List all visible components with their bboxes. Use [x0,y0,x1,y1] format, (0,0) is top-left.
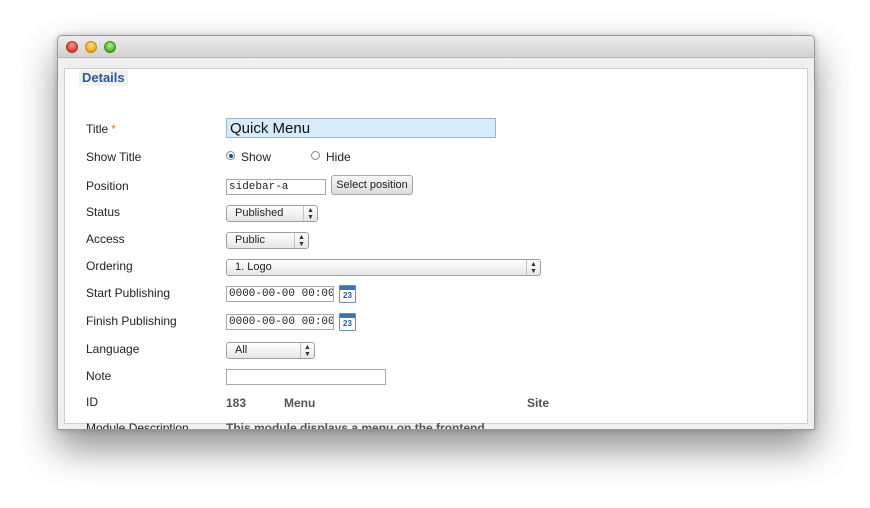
status-select[interactable]: Published ▲ ▼ [226,205,318,222]
maximize-icon[interactable] [104,41,116,53]
note-label: Note [86,369,112,383]
title-input[interactable]: Quick Menu [226,118,496,138]
app-window: Details Title * Quick Menu Show Title Sho… [57,35,815,430]
position-input[interactable]: sidebar-a [226,179,326,195]
show-radio-label[interactable]: Show [241,150,271,164]
start-publishing-label: Start Publishing [86,286,171,300]
hide-radio[interactable] [311,151,320,160]
minimize-icon[interactable] [85,41,97,53]
window-titlebar[interactable] [58,36,814,58]
status-select-value: Published [235,207,284,219]
updown-arrows-icon: ▲ ▼ [526,260,540,275]
section-title: Details [79,70,128,86]
calendar-icon[interactable]: 23 [339,285,356,303]
id-value: 183 [226,396,247,410]
updown-arrows-icon: ▲ ▼ [294,233,308,248]
access-select-value: Public [235,234,265,246]
access-label: Access [86,232,125,246]
details-fieldset: Details Title * Quick Menu Show Title Sho… [64,68,808,429]
select-position-button[interactable]: Select position [331,175,413,195]
ordering-select[interactable]: 1. Logo ▲ ▼ [226,259,541,276]
module-type-value: Menu [284,396,316,410]
client-value: Site [527,396,550,410]
id-label: ID [86,395,98,409]
hide-radio-label[interactable]: Hide [326,150,351,164]
window-content: Details Title * Quick Menu Show Title Sho… [58,58,814,429]
finish-publishing-input[interactable]: 0000-00-00 00:00:0 [226,314,334,330]
note-input[interactable] [226,369,386,385]
ordering-select-value: 1. Logo [235,261,272,273]
updown-arrows-icon: ▲ ▼ [300,343,314,358]
finish-publishing-label: Finish Publishing [86,314,177,328]
calendar-icon[interactable]: 23 [339,313,356,331]
close-icon[interactable] [66,41,78,53]
title-label: Title * [86,122,116,136]
updown-arrows-icon: ▲ ▼ [303,206,317,221]
ordering-label: Ordering [86,259,133,273]
show-title-label: Show Title [86,150,142,164]
language-label: Language [86,342,140,356]
start-publishing-input[interactable]: 0000-00-00 00:00:0 [226,286,334,302]
module-description-value: This module displays a menu on the front… [226,421,489,430]
show-radio[interactable] [226,151,235,160]
module-description-label: Module Description [86,421,189,430]
access-select[interactable]: Public ▲ ▼ [226,232,309,249]
status-label: Status [86,205,121,219]
position-label: Position [86,179,129,193]
language-select[interactable]: All ▲ ▼ [226,342,315,359]
language-select-value: All [235,344,248,356]
required-mark: * [111,122,116,136]
